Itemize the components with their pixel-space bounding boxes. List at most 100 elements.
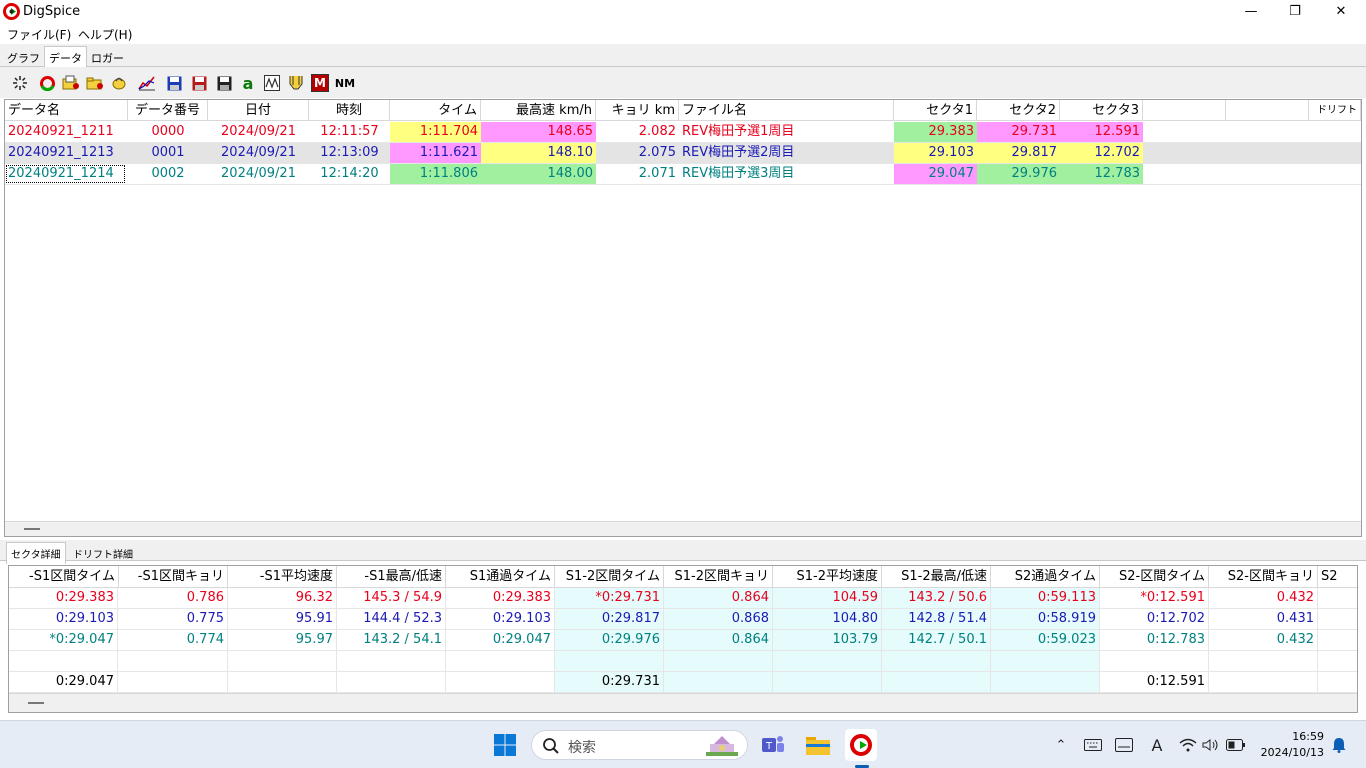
taskbar: 検索 T ⌃ A 16:59 2024/10/13 xyxy=(0,720,1366,768)
col-blank-2[interactable] xyxy=(1226,100,1309,121)
table-row[interactable]: *0:29.047 0.774 95.97 143.2 / 54.1 0:29.047 0… xyxy=(9,630,1357,651)
tab-drift-detail[interactable]: ドリフト詳細 xyxy=(69,546,137,563)
save-icon[interactable] xyxy=(165,74,183,92)
file-explorer-icon[interactable] xyxy=(802,729,834,761)
menu-help[interactable]: ヘルプ(H) xyxy=(78,26,132,43)
col-laptime[interactable]: タイム xyxy=(390,100,481,121)
digspice-taskbar-icon[interactable] xyxy=(845,729,877,761)
cell-sector2: 29.976 xyxy=(977,164,1060,184)
col-s12-time[interactable]: S1-2区間タイム xyxy=(555,566,664,587)
col-s2-distance[interactable]: S2-区間キョリ xyxy=(1209,566,1318,587)
ime-icon[interactable]: A xyxy=(1147,735,1167,755)
cell-distance: 2.082 xyxy=(638,124,676,139)
menu-file[interactable]: ファイル(F) xyxy=(7,26,71,43)
import-icon[interactable] xyxy=(110,74,128,92)
clock-date[interactable]: 2024/10/13 xyxy=(1260,746,1324,759)
col-sector2[interactable]: セクタ2 xyxy=(977,100,1060,121)
cell-s1-avg-speed: 96.32 xyxy=(228,588,337,608)
save-as-icon[interactable] xyxy=(190,74,208,92)
splitter-bottom[interactable] xyxy=(9,693,1357,712)
keyboard-icon[interactable] xyxy=(1083,735,1103,755)
col-s1-distance[interactable]: -S1区間キョリ xyxy=(119,566,228,587)
tablet-icon[interactable] xyxy=(1114,735,1134,755)
col-sector3[interactable]: セクタ3 xyxy=(1060,100,1143,121)
table-row[interactable]: 20240921_1214 0002 2024/09/21 12:14:20 1… xyxy=(5,164,1361,185)
tab-logger[interactable]: ロガー xyxy=(87,50,128,67)
col-s2-time[interactable]: S2-区間タイム xyxy=(1100,566,1209,587)
graph-icon[interactable] xyxy=(138,74,156,92)
tab-data[interactable]: データ xyxy=(44,46,87,68)
menu-bar: ファイル(F) ヘルプ(H) xyxy=(0,23,1366,44)
cell-s12-avg-speed xyxy=(773,672,882,692)
splitter-handle[interactable] xyxy=(24,528,40,530)
cell-sector3: 12.783 xyxy=(1060,164,1143,184)
m-icon[interactable]: M xyxy=(311,74,329,92)
cell-s2-distance: 0.431 xyxy=(1209,609,1318,629)
minimize-button[interactable]: — xyxy=(1228,0,1274,23)
chevron-up-icon[interactable]: ⌃ xyxy=(1051,735,1071,755)
col-data-name[interactable]: データ名 xyxy=(5,100,128,121)
nm-icon[interactable]: NM xyxy=(335,74,355,92)
a-icon[interactable]: a xyxy=(239,74,257,93)
col-s1-avg-speed[interactable]: -S1平均速度 xyxy=(228,566,337,587)
cell-top-speed: 148.00 xyxy=(481,164,596,184)
clock-time[interactable]: 16:59 xyxy=(1290,730,1324,743)
cell-data-name: 20240921_1214 xyxy=(5,164,126,184)
battery-icon[interactable] xyxy=(1226,735,1246,755)
splitter-handle[interactable] xyxy=(28,702,44,704)
col-blank[interactable] xyxy=(1143,100,1226,121)
table-row[interactable]: 0:29.103 0.775 95.91 144.4 / 52.3 0:29.103 0:… xyxy=(9,609,1357,630)
detail-tabs: セクタ詳細 ドリフト詳細 xyxy=(0,540,1366,564)
tab-graph[interactable]: グラフ xyxy=(3,50,44,67)
teams-icon[interactable]: T xyxy=(757,729,789,761)
open-icon[interactable] xyxy=(62,74,80,92)
col-s12-avg-speed[interactable]: S1-2平均速度 xyxy=(773,566,882,587)
col-sector1[interactable]: セクタ1 xyxy=(894,100,977,121)
wave-icon[interactable] xyxy=(263,74,281,92)
col-s2-pass-time[interactable]: S2通過タイム xyxy=(991,566,1100,587)
filter-icon[interactable] xyxy=(287,74,305,92)
taskbar-search[interactable]: 検索 xyxy=(531,730,748,760)
col-s12-maxmin[interactable]: S1-2最高/低速 xyxy=(882,566,991,587)
start-icon[interactable] xyxy=(489,729,521,761)
table-row[interactable]: 20240921_1211 0000 2024/09/21 12:11:57 1… xyxy=(5,122,1361,143)
col-s1-time[interactable]: -S1区間タイム xyxy=(9,566,119,587)
notification-bell-icon[interactable] xyxy=(1329,735,1349,755)
cell-s12-maxmin: 143.2 / 50.6 xyxy=(882,588,991,608)
cell-s1-pass-time xyxy=(446,672,555,692)
table-row[interactable]: 0:29.383 0.786 96.32 145.3 / 54.9 0:29.383 *0… xyxy=(9,588,1357,609)
volume-icon[interactable] xyxy=(1201,735,1221,755)
toolbar: a M NM xyxy=(0,67,1366,98)
col-date[interactable]: 日付 xyxy=(208,100,309,121)
col-s2-more[interactable]: S2 xyxy=(1318,566,1357,587)
app-logo-icon xyxy=(3,3,20,20)
lap-icon[interactable] xyxy=(38,74,56,92)
col-drift[interactable]: ドリフト xyxy=(1309,100,1361,121)
new-icon[interactable] xyxy=(11,74,29,92)
save-all-icon[interactable] xyxy=(215,74,233,92)
col-s1-maxmin[interactable]: -S1最高/低速 xyxy=(337,566,446,587)
splitter[interactable] xyxy=(5,521,1361,536)
col-time[interactable]: 時刻 xyxy=(309,100,390,121)
table-row[interactable]: 0:29.047 0:29.731 0:12.591 xyxy=(9,672,1357,693)
wifi-icon[interactable] xyxy=(1178,735,1198,755)
cell-s12-avg-speed: 103.79 xyxy=(773,630,882,650)
cell-s1-maxmin xyxy=(337,672,446,692)
col-distance[interactable]: キョリ km xyxy=(596,100,679,121)
cell-s2-time: *0:12.591 xyxy=(1100,588,1209,608)
cell-s1-distance xyxy=(119,672,228,692)
open-folder-icon[interactable] xyxy=(86,74,104,92)
col-s12-distance[interactable]: S1-2区間キョリ xyxy=(664,566,773,587)
table-row-selected[interactable]: 20240921_1213 0001 2024/09/21 12:13:09 1… xyxy=(5,143,1361,164)
cell-s1-avg-speed xyxy=(228,651,337,671)
tab-sector-detail[interactable]: セクタ詳細 xyxy=(6,542,66,564)
maximize-button[interactable]: ❐ xyxy=(1272,0,1318,23)
table-row[interactable] xyxy=(9,651,1357,672)
close-button[interactable]: ✕ xyxy=(1318,0,1364,23)
col-s1-pass-time[interactable]: S1通過タイム xyxy=(446,566,555,587)
col-data-number[interactable]: データ番号 xyxy=(128,100,208,121)
cell-s1-maxmin xyxy=(337,651,446,671)
cell-s2-time: 0:12.702 xyxy=(1100,609,1209,629)
col-file-name[interactable]: ファイル名 xyxy=(679,100,894,121)
col-top-speed[interactable]: 最高速 km/h xyxy=(481,100,596,121)
